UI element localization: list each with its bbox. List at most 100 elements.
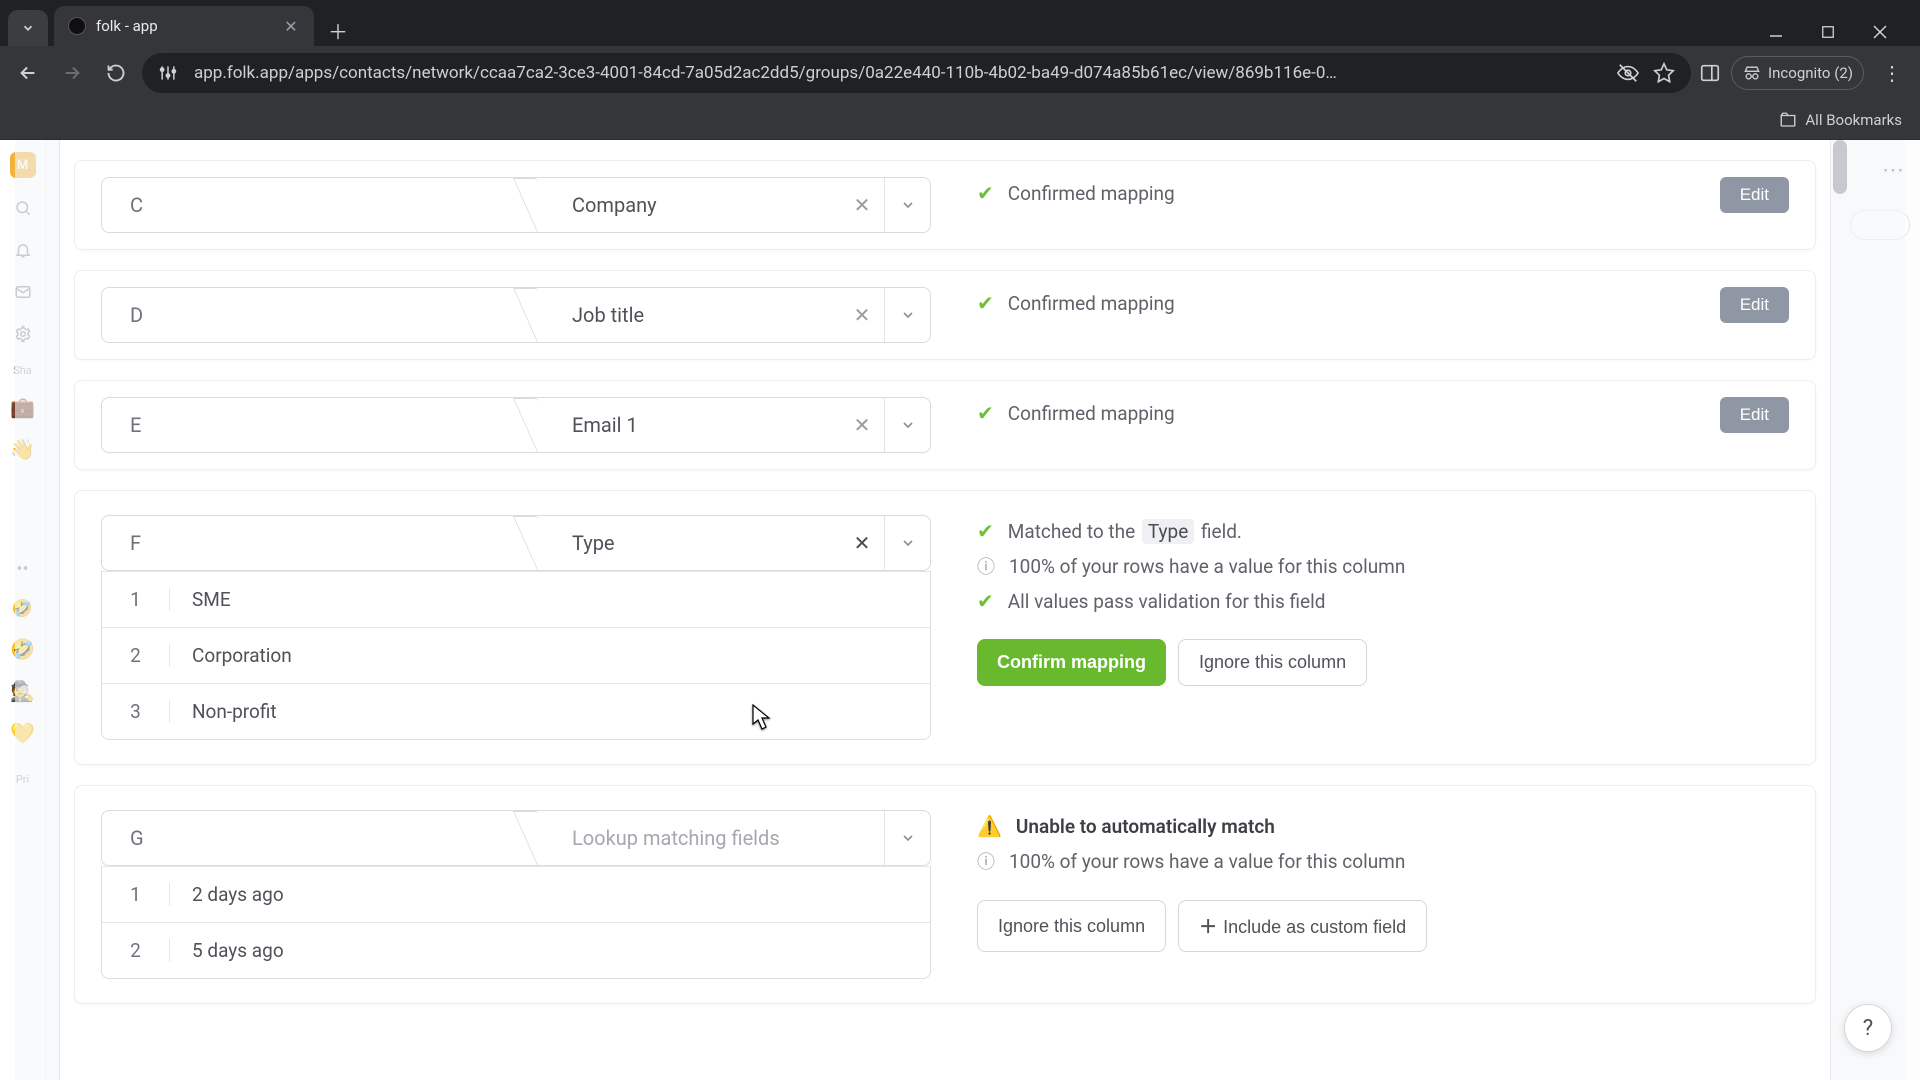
all-bookmarks-label: All Bookmarks	[1805, 111, 1902, 129]
table-row: 2Corporation	[102, 627, 930, 683]
confirm-mapping-button[interactable]: Confirm mapping	[977, 639, 1166, 686]
info-icon: ⓘ	[977, 553, 995, 579]
new-tab-button[interactable]: ＋	[322, 14, 354, 46]
ignore-column-button[interactable]: Ignore this column	[977, 900, 1166, 952]
info-icon: ⓘ	[977, 848, 995, 874]
url-text: app.folk.app/apps/contacts/network/ccaa7…	[194, 63, 1603, 83]
column-letter: C	[102, 178, 538, 232]
status-text: All values pass validation for this fiel…	[1008, 590, 1326, 613]
mapping-card: GLookup matching fields12 days ago25 day…	[74, 785, 1816, 1004]
edit-button[interactable]: Edit	[1720, 177, 1789, 213]
mapped-field-label: Type	[538, 516, 840, 570]
status-valid: ✔ All values pass validation for this fie…	[977, 589, 1789, 613]
mapping-card: FType✕1SME2Corporation3Non-profit✔Matche…	[74, 490, 1816, 765]
clear-icon[interactable]: ✕	[840, 398, 884, 452]
column-letter: G	[102, 811, 538, 865]
chevron-down-icon[interactable]	[884, 811, 930, 865]
column-selector: EEmail 1✕	[101, 397, 931, 453]
clear-icon[interactable]: ✕	[840, 288, 884, 342]
chevron-down-icon[interactable]	[884, 178, 930, 232]
edit-button[interactable]: Edit	[1720, 397, 1789, 433]
address-bar-row: app.folk.app/apps/contacts/network/ccaa7…	[0, 46, 1920, 100]
scrollbar-thumb[interactable]	[1833, 140, 1847, 194]
mapped-field-label: Email 1	[538, 398, 840, 452]
field-chip: Type	[1142, 519, 1194, 544]
all-bookmarks-button[interactable]: All Bookmarks	[1779, 111, 1902, 129]
eye-off-icon[interactable]	[1617, 62, 1639, 84]
status-column: ✔Matched to the Type field. ⓘ 100% of your…	[977, 515, 1789, 686]
status-text: Confirmed mapping	[1008, 402, 1175, 425]
close-window-button[interactable]	[1866, 18, 1894, 46]
row-index: 3	[102, 700, 170, 723]
back-button[interactable]	[10, 55, 46, 91]
status-confirmed: ✔Confirmed mapping	[977, 181, 1674, 205]
incognito-label: Incognito (2)	[1768, 64, 1853, 82]
app-viewport: M Sha 💼 👋 •• 🤣 🤣 🕵️ 💛 Pri ⋯ CCompany✕✔Co…	[0, 140, 1920, 1080]
status-column: ✔ Confirmed mapping	[977, 397, 1674, 425]
side-panel-icon[interactable]	[1699, 62, 1721, 84]
status-unmatched: ⚠️ Unable to automatically match	[977, 814, 1789, 838]
kebab-menu-icon[interactable]: ⋮	[1874, 61, 1910, 85]
row-value: SME	[170, 588, 930, 611]
modal-scrollbar[interactable]	[1831, 140, 1849, 1080]
status-text: Confirmed mapping	[1008, 182, 1175, 205]
table-row: 3Non-profit	[102, 683, 930, 739]
include-custom-field-button[interactable]: ＋Include as custom field	[1178, 900, 1427, 952]
column-letter: F	[102, 516, 538, 570]
column-selector: CCompany✕	[101, 177, 931, 233]
status-info: ⓘ 100% of your rows have a value for this…	[977, 553, 1789, 579]
tab-title: folk - app	[96, 17, 272, 35]
modal-overlay: CCompany✕✔Confirmed mappingEditDJob titl…	[15, 140, 1905, 1080]
chevron-down-icon[interactable]	[884, 288, 930, 342]
maximize-button[interactable]	[1814, 18, 1842, 46]
status-matched: ✔Matched to the Type field.	[977, 519, 1789, 543]
status-text: Confirmed mapping	[1008, 292, 1175, 315]
status-text: 100% of your rows have a value for this …	[1009, 555, 1405, 578]
check-icon: ✔	[977, 519, 994, 543]
tab-search-button[interactable]	[8, 10, 48, 46]
close-icon[interactable]: ✕	[282, 17, 300, 36]
status-text: Unable to automatically match	[1016, 815, 1275, 838]
edit-button[interactable]: Edit	[1720, 287, 1789, 323]
status-column: ✔Confirmed mapping	[977, 177, 1674, 205]
reload-button[interactable]	[98, 55, 134, 91]
help-button[interactable]: ?	[1844, 1004, 1892, 1052]
minimize-button[interactable]	[1762, 18, 1790, 46]
clear-icon[interactable]: ✕	[840, 178, 884, 232]
browser-tab[interactable]: folk - app ✕	[54, 6, 314, 46]
bookmarks-bar: All Bookmarks	[0, 100, 1920, 140]
clear-icon[interactable]: ✕	[840, 516, 884, 570]
column-letter: E	[102, 398, 538, 452]
row-value: Non-profit	[170, 700, 930, 723]
tab-favicon	[68, 17, 86, 35]
status-text: 100% of your rows have a value for this …	[1009, 850, 1405, 873]
action-row: Confirm mapping Ignore this column	[977, 639, 1789, 686]
chevron-down-icon[interactable]	[884, 398, 930, 452]
browser-chrome: folk - app ✕ ＋ app.folk.app/apps/contact…	[0, 0, 1920, 140]
tab-strip: folk - app ✕ ＋	[0, 0, 1920, 46]
row-index: 2	[102, 939, 170, 962]
mapped-field-label: Company	[538, 178, 840, 232]
column-selector: DJob title✕	[101, 287, 931, 343]
check-icon: ✔	[977, 401, 994, 425]
table-row: 25 days ago	[102, 922, 930, 978]
ignore-column-button[interactable]: Ignore this column	[1178, 639, 1367, 686]
row-value: 5 days ago	[170, 939, 930, 962]
row-index: 1	[102, 883, 170, 906]
row-index: 1	[102, 588, 170, 611]
column-selector: GLookup matching fields	[101, 810, 931, 866]
address-bar[interactable]: app.folk.app/apps/contacts/network/ccaa7…	[142, 53, 1691, 93]
table-row: 12 days ago	[102, 866, 930, 922]
action-row: Ignore this column＋Include as custom fie…	[977, 900, 1789, 952]
chevron-down-icon[interactable]	[884, 516, 930, 570]
preview-table: 1SME2Corporation3Non-profit	[101, 571, 931, 740]
star-icon[interactable]	[1653, 62, 1675, 84]
status-info: ⓘ 100% of your rows have a value for this…	[977, 848, 1789, 874]
site-settings-icon[interactable]	[158, 63, 180, 83]
status-confirmed: ✔Confirmed mapping	[977, 291, 1674, 315]
forward-button[interactable]	[54, 55, 90, 91]
check-icon: ✔	[977, 589, 994, 613]
mapping-card: EEmail 1✕ ✔ Confirmed mapping Edit	[74, 380, 1816, 470]
warning-icon: ⚠️	[977, 814, 1002, 838]
incognito-badge[interactable]: Incognito (2)	[1731, 56, 1864, 90]
